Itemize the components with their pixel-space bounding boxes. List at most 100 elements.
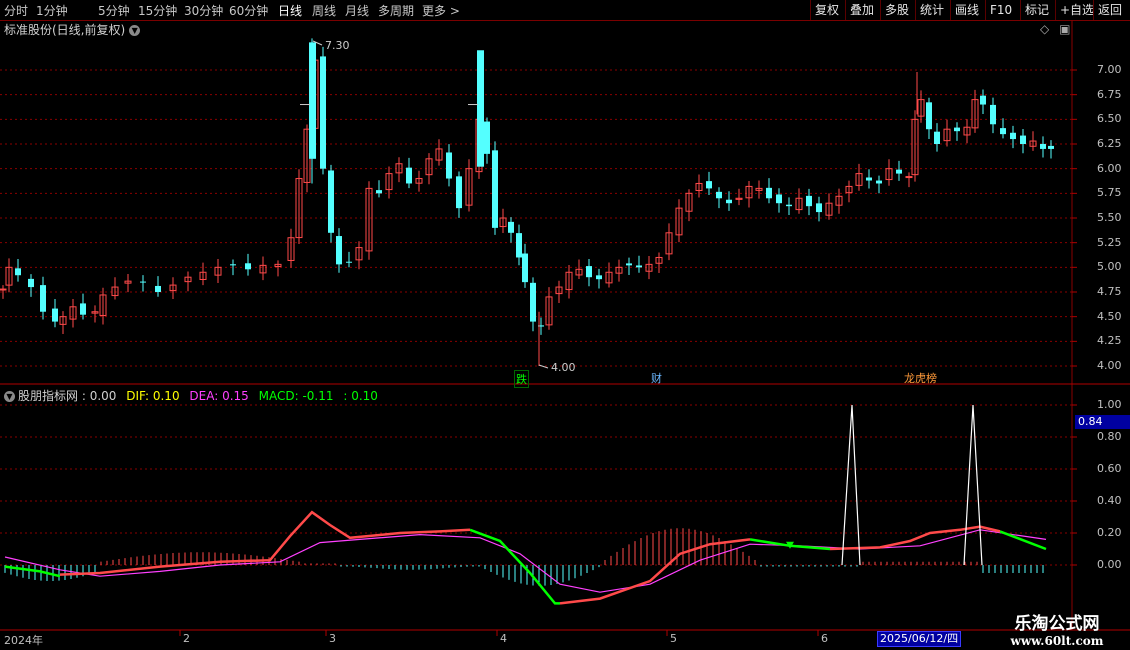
candle-body-up (295, 178, 303, 239)
period-tab-30min[interactable]: 30分钟 (184, 2, 223, 19)
candle-body-down (776, 194, 782, 204)
period-tab-weekly[interactable]: 周线 (312, 2, 336, 19)
candle-body-down (40, 285, 46, 312)
candle-body-up (311, 59, 319, 129)
candle-body-up (0, 288, 7, 291)
overlay-button[interactable]: 叠加 (845, 0, 878, 20)
event-tag-dragon-tiger[interactable]: 龙虎榜 (903, 370, 938, 386)
period-tab-intraday[interactable]: 分时 (4, 2, 28, 19)
candle-body-up (835, 195, 843, 206)
candle-body-up (943, 128, 951, 142)
period-tab-60min[interactable]: 60分钟 (229, 2, 268, 19)
candle-body-down (140, 281, 146, 283)
candle-body-down (586, 266, 592, 278)
candle-body-down (446, 152, 452, 179)
candle-body-down (346, 261, 352, 263)
dif-line-green-segment (749, 538, 831, 551)
time-label-feb: 2 (183, 632, 190, 645)
price-axis-label: 4.25 (1097, 334, 1122, 348)
period-tab-15min[interactable]: 15分钟 (138, 2, 177, 19)
dif-line-green-segment (469, 528, 560, 605)
candle-body-up (5, 266, 13, 286)
indicator-name[interactable]: 股朋指标网 (18, 389, 78, 403)
draw-line-button[interactable]: 画线 (950, 0, 983, 20)
event-tag-fall[interactable]: 跌 (514, 370, 529, 388)
restore-rights-button[interactable]: 复权 (810, 0, 843, 20)
cursor-value-box: 0.84 (1075, 415, 1130, 429)
candle-body-up (845, 185, 853, 194)
diamond-icon[interactable]: ◇ (1040, 22, 1049, 36)
candle-body-down (492, 150, 498, 228)
candle-body-up (99, 294, 107, 317)
candle-body-up (745, 185, 753, 199)
indicator-axis-label: 0.20 (1097, 526, 1122, 539)
candle-body-up (675, 207, 683, 236)
candle-body-down (508, 221, 514, 233)
candle-body-down (596, 275, 602, 280)
mark-button[interactable]: 标记 (1020, 0, 1053, 20)
watermark-url: www.60lt.com (1010, 634, 1104, 648)
period-tab-multi[interactable]: 多周期 (378, 2, 414, 19)
dif-line-red-segment (559, 538, 751, 605)
f10-button[interactable]: F10 (985, 0, 1016, 20)
candle-body-up (971, 99, 979, 129)
price-axis-label: 5.50 (1097, 211, 1122, 224)
candle-body-down (230, 264, 236, 266)
candle-body-up (435, 148, 443, 161)
candle-body-up (885, 168, 893, 181)
candle-body-down (530, 282, 536, 322)
candle-body-down (522, 253, 528, 283)
back-button[interactable]: 返回 (1093, 0, 1126, 20)
chevron-down-icon[interactable]: ▼ (4, 391, 15, 402)
cursor-date-box: 2025/06/12/四 (877, 631, 962, 647)
period-toolbar: 分时 1分钟 5分钟 15分钟 30分钟 60分钟 日线 周线 月线 多周期 更… (0, 0, 1130, 21)
candle-body-down (896, 169, 902, 174)
candle-body-up (124, 280, 132, 284)
add-watchlist-button[interactable]: +自选 (1055, 0, 1098, 20)
watermark-title: 乐淘公式网 (1014, 614, 1100, 634)
low-price-label: 4.00 (551, 361, 576, 374)
candle-body-down (477, 50, 484, 167)
candle-body-down (52, 308, 58, 322)
candle-body-down (376, 190, 382, 194)
candle-body-up (465, 168, 473, 206)
low-marker: 4.00 (538, 361, 576, 374)
price-axis-label: 4.50 (1097, 309, 1122, 323)
period-tab-1min[interactable]: 1分钟 (36, 2, 68, 19)
candle-body-up (685, 192, 693, 212)
candle-body-up (499, 217, 507, 228)
candle-body-up (287, 237, 295, 261)
statistics-button[interactable]: 统计 (915, 0, 948, 20)
candle-body-up (645, 263, 653, 272)
candle-body-up (615, 266, 623, 274)
candle-body-up (475, 118, 483, 173)
candle-body-down (309, 42, 316, 159)
candle-body-down (336, 236, 342, 265)
period-tab-more[interactable]: 更多 > (422, 2, 460, 19)
chart-corner-icons: ◇ ▣ (1040, 22, 1070, 36)
event-tag-finance[interactable]: 财 (650, 370, 663, 386)
indicator-name-value: : 0.00 (81, 389, 117, 403)
price-axis-label: 5.75 (1097, 186, 1122, 200)
candle-body-down (954, 127, 960, 132)
candle-body-up (605, 271, 613, 284)
candle-body-up (169, 284, 177, 292)
window-icon[interactable]: ▣ (1059, 22, 1070, 36)
dif-value: DIF: 0.10 (126, 389, 180, 403)
candle-body-up (184, 276, 192, 283)
indicator-axis-label: 0.60 (1097, 462, 1122, 475)
candle-body-down (806, 195, 812, 207)
candle-body-up (963, 126, 971, 136)
candle-body-down (538, 325, 544, 327)
period-tab-5min[interactable]: 5分钟 (98, 2, 130, 19)
candle-body-down (1048, 145, 1054, 149)
high-marker-line (312, 40, 323, 46)
candle-body-down (155, 285, 161, 292)
price-axis-label: 5.25 (1097, 235, 1122, 249)
candle-body-up (695, 182, 703, 191)
multi-stock-button[interactable]: 多股 (880, 0, 913, 20)
chevron-down-icon[interactable]: ▼ (129, 25, 141, 36)
period-tab-daily[interactable]: 日线 (278, 2, 302, 19)
candle-body-down (980, 95, 986, 105)
period-tab-monthly[interactable]: 月线 (345, 2, 369, 19)
